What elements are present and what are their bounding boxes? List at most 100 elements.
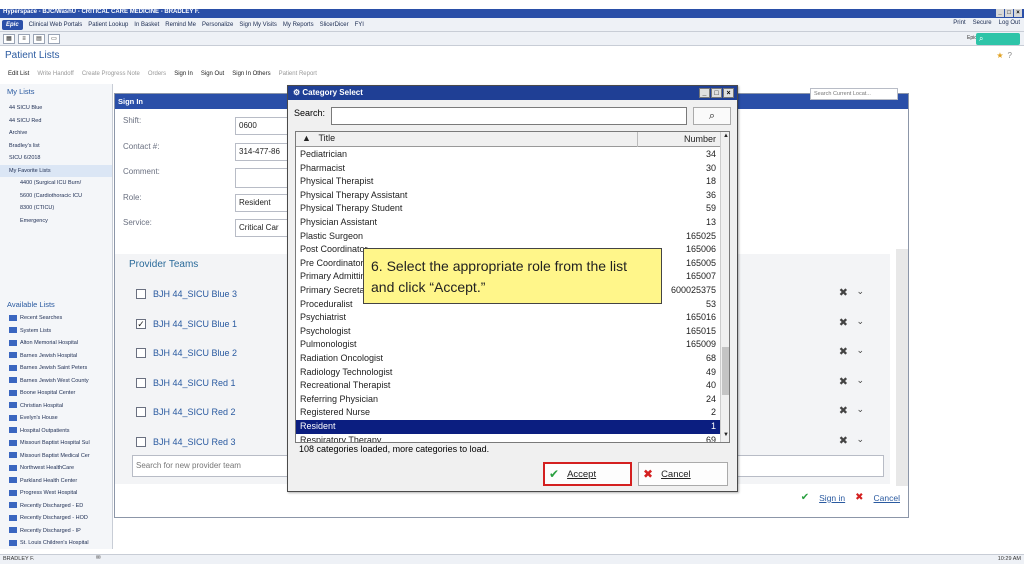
star-icon[interactable]: ★? <box>996 51 1016 60</box>
menu-item-slicerdicer[interactable]: SlicerDicer <box>320 22 349 28</box>
menu-item-personalize[interactable]: Personalize <box>202 22 233 28</box>
category-row[interactable]: Psychiatrist 165016 <box>296 311 720 325</box>
menu-item-patient-lookup[interactable]: Patient Lookup <box>88 22 128 28</box>
sidebar-item-5600[interactable]: 5600 (Cardiothoracic ICU <box>0 190 112 203</box>
team-checkbox[interactable] <box>136 289 146 299</box>
category-row[interactable]: Psychologist 165015 <box>296 325 720 339</box>
category-row[interactable]: Respiratory Therapy 69 <box>296 434 720 442</box>
sidebar-item-available[interactable]: St. Louis Children's Hospital <box>0 537 112 550</box>
team-checkbox[interactable] <box>136 348 146 358</box>
sidebar-item-available[interactable]: Recently Discharged - HOD <box>0 512 112 525</box>
chevron-down-icon[interactable]: ⌄ <box>856 375 864 386</box>
sidebar-item-available[interactable]: Missouri Baptist Medical Cer <box>0 450 112 463</box>
epic-search-button[interactable]: ⌕ <box>976 33 1020 45</box>
remove-team-icon[interactable]: ✖ <box>839 404 848 417</box>
minimize-button[interactable]: _ <box>996 9 1004 17</box>
category-row[interactable]: Radiology Technologist 49 <box>296 366 720 380</box>
sidebar-item-available[interactable]: Hospital Outpatients <box>0 425 112 438</box>
menu-item-in-basket[interactable]: In Basket <box>134 22 159 28</box>
patient-report-button[interactable]: Patient Report <box>279 71 317 77</box>
sidebar-item-available[interactable]: Recent Searches <box>0 312 112 325</box>
chevron-down-icon[interactable]: ⌄ <box>856 286 864 297</box>
sign-in-others-button[interactable]: Sign In Others <box>232 71 270 77</box>
column-header-title[interactable]: ▲ Title <box>302 133 335 143</box>
menu-item-log-out[interactable]: Log Out <box>999 20 1020 26</box>
remove-team-icon[interactable]: ✖ <box>839 286 848 299</box>
chevron-down-icon[interactable]: ⌄ <box>856 434 864 445</box>
sidebar-item-available[interactable]: Barnes Jewish West County <box>0 375 112 388</box>
dialog-minimize-button[interactable]: _ <box>699 88 710 98</box>
sidebar-item-44-sicu-blue[interactable]: 44 SICU Blue <box>0 102 112 115</box>
service-field[interactable]: Critical Car <box>235 219 295 237</box>
sidebar-item-available[interactable]: Missouri Baptist Hospital Sul <box>0 437 112 450</box>
sidebar-item-my-favorite-lists[interactable]: My Favorite Lists <box>0 164 112 177</box>
menu-item-sign-my-visits[interactable]: Sign My Visits <box>239 22 277 28</box>
sign-in-button[interactable]: Sign In <box>174 71 193 77</box>
sidebar-item-available[interactable]: System Lists <box>0 325 112 338</box>
category-row[interactable]: Plastic Surgeon 165025 <box>296 230 720 244</box>
mail-icon[interactable]: ✉ <box>96 555 101 561</box>
category-row[interactable]: Recreational Therapist 40 <box>296 379 720 393</box>
sidebar-item-sicu-6-2018[interactable]: SICU 6/2018 <box>0 152 112 165</box>
sign-in-scrollbar[interactable] <box>896 249 908 486</box>
sidebar-item-available[interactable]: Recently Discharged - ED <box>0 500 112 513</box>
create-progress-note-button[interactable]: Create Progress Note <box>82 71 140 77</box>
contact-field[interactable]: 314-477-86 <box>235 143 295 161</box>
chevron-down-icon[interactable]: ⌄ <box>856 316 864 327</box>
folder-icon[interactable]: ▭ <box>48 33 60 44</box>
cancel-button[interactable]: ✖ Cancel <box>638 462 728 486</box>
sign-in-submit-button[interactable]: Sign in <box>819 493 845 503</box>
menu-item-remind-me[interactable]: Remind Me <box>165 22 196 28</box>
epic-menu-button[interactable]: Epic <box>2 19 23 30</box>
role-field[interactable]: Resident <box>235 194 295 212</box>
sidebar-item-bradleys-list[interactable]: Bradley's list <box>0 140 112 153</box>
category-row[interactable]: Pulmonologist 165009 <box>296 338 720 352</box>
scroll-up-icon[interactable]: ▲ <box>723 133 729 139</box>
sign-in-cancel-button[interactable]: Cancel <box>874 493 900 503</box>
sidebar-item-available[interactable]: Barnes Jewish Hospital <box>0 350 112 363</box>
grid-scrollbar[interactable]: ▲ ▼ <box>720 132 729 442</box>
orders-button[interactable]: Orders <box>148 71 166 77</box>
remove-team-icon[interactable]: ✖ <box>839 375 848 388</box>
category-row[interactable]: Pediatrician 34 <box>296 148 720 162</box>
sign-out-button[interactable]: Sign Out <box>201 71 224 77</box>
sidebar-item-available[interactable]: Christian Hospital <box>0 400 112 413</box>
close-button[interactable]: × <box>1014 9 1022 17</box>
list-icon[interactable]: ≡ <box>18 33 30 44</box>
category-search-input[interactable] <box>331 107 687 125</box>
search-current-location-input[interactable]: Search Current Locat... <box>810 88 898 100</box>
category-row[interactable]: Physical Therapy Assistant 36 <box>296 189 720 203</box>
category-row[interactable]: Radiation Oncologist 68 <box>296 352 720 366</box>
remove-team-icon[interactable]: ✖ <box>839 316 848 329</box>
menu-item-my-reports[interactable]: My Reports <box>283 22 314 28</box>
sidebar-item-4400[interactable]: 4400 (Surgical ICU Burn/ <box>0 177 112 190</box>
scroll-down-icon[interactable]: ▼ <box>723 432 729 438</box>
sidebar-item-available[interactable]: Barnes Jewish Saint Peters <box>0 362 112 375</box>
calendar-icon[interactable]: ▦ <box>3 33 15 44</box>
edit-list-button[interactable]: Edit List <box>8 71 29 77</box>
sidebar-item-available[interactable]: Recently Discharged - IP <box>0 525 112 538</box>
category-row[interactable]: Registered Nurse 2 <box>296 406 720 420</box>
dialog-close-button[interactable]: × <box>723 88 734 98</box>
accept-button[interactable]: ✔ Accept <box>543 462 632 486</box>
sidebar-item-44-sicu-red[interactable]: 44 SICU Red <box>0 115 112 128</box>
column-header-number[interactable]: Number <box>637 132 720 147</box>
sidebar-item-available[interactable]: Boone Hospital Center <box>0 387 112 400</box>
menu-item-secure[interactable]: Secure <box>973 20 992 26</box>
category-row[interactable]: Physical Therapist 18 <box>296 175 720 189</box>
remove-team-icon[interactable]: ✖ <box>839 345 848 358</box>
dialog-maximize-button[interactable]: □ <box>711 88 722 98</box>
maximize-button[interactable]: □ <box>1005 9 1013 17</box>
sidebar-item-8300[interactable]: 8300 (CTICU) <box>0 202 112 215</box>
menu-item-clinical-web-portals[interactable]: Clinical Web Portals <box>29 22 83 28</box>
sidebar-item-emergency[interactable]: Emergency <box>0 215 112 228</box>
scrollbar-thumb[interactable] <box>722 347 729 395</box>
remove-team-icon[interactable]: ✖ <box>839 434 848 447</box>
category-row[interactable]: Referring Physician 24 <box>296 393 720 407</box>
sidebar-item-archive[interactable]: Archive <box>0 127 112 140</box>
menu-item-fyi[interactable]: FYI <box>355 22 364 28</box>
team-checkbox[interactable] <box>136 407 146 417</box>
category-row[interactable]: Physician Assistant 13 <box>296 216 720 230</box>
sidebar-item-available[interactable]: Progress West Hospital <box>0 487 112 500</box>
team-checkbox[interactable] <box>136 377 146 388</box>
